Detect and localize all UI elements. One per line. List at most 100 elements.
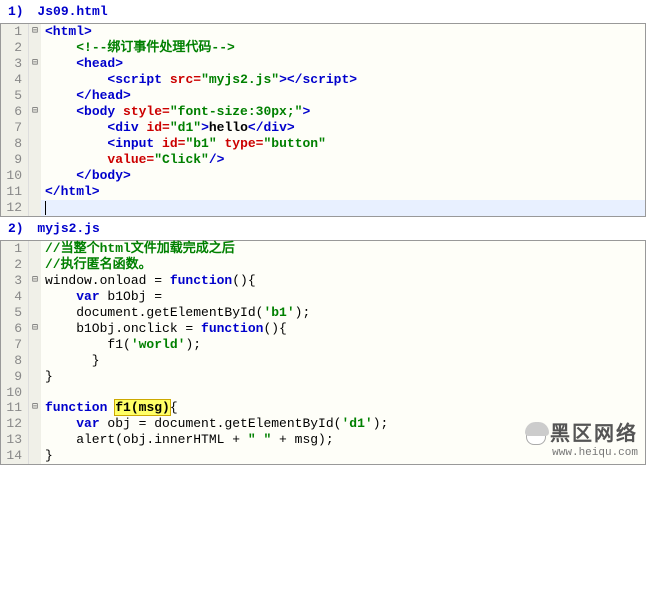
- fold-icon: [29, 416, 41, 432]
- code-content[interactable]: <script src="myjs2.js"></script>: [41, 72, 645, 88]
- code-line[interactable]: 4 <script src="myjs2.js"></script>: [1, 72, 645, 88]
- fold-icon[interactable]: ⊟: [29, 321, 41, 337]
- code-line[interactable]: 5 </head>: [1, 88, 645, 104]
- fold-icon[interactable]: ⊟: [29, 273, 41, 289]
- fold-icon[interactable]: ⊟: [29, 24, 41, 40]
- code-content[interactable]: b1Obj.onclick = function(){: [41, 321, 645, 337]
- code-content[interactable]: </html>: [41, 184, 645, 200]
- code-content[interactable]: <!--绑订事件处理代码-->: [41, 40, 645, 56]
- code-content[interactable]: //当整个html文件加载完成之后: [41, 241, 645, 257]
- token: function: [45, 400, 107, 415]
- fold-icon: [29, 72, 41, 88]
- code-content[interactable]: var obj = document.getElementById('d1');: [41, 416, 645, 432]
- token: <html>: [45, 24, 92, 39]
- text-cursor: [45, 201, 46, 215]
- code-content[interactable]: <head>: [41, 56, 645, 72]
- code-line[interactable]: 3⊟ <head>: [1, 56, 645, 72]
- token: [45, 168, 76, 183]
- code-line[interactable]: 14}: [1, 448, 645, 464]
- code-content[interactable]: var b1Obj =: [41, 289, 645, 305]
- code-content[interactable]: <html>: [41, 24, 645, 40]
- token: window.onload =: [45, 273, 170, 288]
- code-content[interactable]: window.onload = function(){: [41, 273, 645, 289]
- token: >: [349, 72, 357, 87]
- file-header-2: 2) myjs2.js: [0, 217, 646, 240]
- code-content[interactable]: function f1(msg){: [41, 400, 645, 416]
- token: <script: [107, 72, 169, 87]
- line-number: 12: [1, 416, 29, 432]
- code-content[interactable]: [41, 385, 645, 400]
- fold-icon: [29, 168, 41, 184]
- code-line[interactable]: 6⊟ <body style="font-size:30px;">: [1, 104, 645, 120]
- code-content[interactable]: value="Click"/>: [41, 152, 645, 168]
- line-number: 3: [1, 273, 29, 289]
- code-line[interactable]: 9}: [1, 369, 645, 385]
- code-line[interactable]: 12 var obj = document.getElementById('d1…: [1, 416, 645, 432]
- code-line[interactable]: 11 </html>: [1, 184, 645, 200]
- code-line[interactable]: 2//执行匿名函数。: [1, 257, 645, 273]
- token: //执行匿名函数。: [45, 257, 152, 272]
- code-editor-2[interactable]: 1//当整个html文件加载完成之后2//执行匿名函数。3⊟window.onl…: [0, 240, 646, 465]
- code-content[interactable]: }: [41, 448, 645, 464]
- line-number: 8: [1, 353, 29, 369]
- code-content[interactable]: <div id="d1">hello</div>: [41, 120, 645, 136]
- code-line[interactable]: 4 var b1Obj =: [1, 289, 645, 305]
- token: <div: [107, 120, 146, 135]
- code-line[interactable]: 10 </body>: [1, 168, 645, 184]
- fold-icon: [29, 305, 41, 321]
- code-editor-1[interactable]: 1⊟<html>2 <!--绑订事件处理代码-->3⊟ <head>4 <scr…: [0, 23, 646, 217]
- line-number: 2: [1, 40, 29, 56]
- code-content[interactable]: alert(obj.innerHTML + " " + msg);: [41, 432, 645, 448]
- fold-icon: [29, 385, 41, 400]
- token: function: [170, 273, 232, 288]
- code-content[interactable]: }: [41, 353, 645, 369]
- line-number: 4: [1, 72, 29, 88]
- token: [45, 88, 76, 103]
- code-line[interactable]: 13 alert(obj.innerHTML + " " + msg);: [1, 432, 645, 448]
- code-content[interactable]: document.getElementById('b1');: [41, 305, 645, 321]
- code-content[interactable]: [41, 200, 645, 216]
- fold-icon: [29, 136, 41, 152]
- line-number: 1: [1, 24, 29, 40]
- fold-icon: [29, 200, 41, 216]
- token: [45, 40, 76, 55]
- code-line[interactable]: 9 value="Click"/>: [1, 152, 645, 168]
- code-line[interactable]: 8 <input id="b1" type="button": [1, 136, 645, 152]
- code-line[interactable]: 11⊟function f1(msg){: [1, 400, 645, 416]
- code-line[interactable]: 3⊟window.onload = function(){: [1, 273, 645, 289]
- token: document.getElementById(: [45, 305, 263, 320]
- code-line[interactable]: 1//当整个html文件加载完成之后: [1, 241, 645, 257]
- token: b1Obj.onclick =: [45, 321, 201, 336]
- fold-icon[interactable]: ⊟: [29, 56, 41, 72]
- fold-icon: [29, 241, 41, 257]
- code-content[interactable]: <body style="font-size:30px;">: [41, 104, 645, 120]
- code-content[interactable]: }: [41, 369, 645, 385]
- fold-icon[interactable]: ⊟: [29, 104, 41, 120]
- file-name-1: Js09.html: [37, 4, 107, 19]
- code-line[interactable]: 10: [1, 385, 645, 400]
- code-content[interactable]: </head>: [41, 88, 645, 104]
- code-line[interactable]: 7 f1('world');: [1, 337, 645, 353]
- token: value=: [107, 152, 154, 167]
- token: " ": [248, 432, 271, 447]
- token: </body>: [76, 168, 131, 183]
- token: src=: [170, 72, 201, 87]
- token: >: [302, 104, 310, 119]
- code-line[interactable]: 7 <div id="d1">hello</div>: [1, 120, 645, 136]
- token: }: [45, 353, 100, 368]
- code-line[interactable]: 1⊟ <html>: [1, 24, 645, 40]
- code-line[interactable]: 5 document.getElementById('b1');: [1, 305, 645, 321]
- code-line[interactable]: 12: [1, 200, 645, 216]
- code-content[interactable]: </body>: [41, 168, 645, 184]
- line-number: 11: [1, 184, 29, 200]
- code-line[interactable]: 8 }: [1, 353, 645, 369]
- code-content[interactable]: <input id="b1" type="button": [41, 136, 645, 152]
- code-content[interactable]: f1('world');: [41, 337, 645, 353]
- fold-icon: [29, 369, 41, 385]
- line-number: 9: [1, 369, 29, 385]
- code-line[interactable]: 2 <!--绑订事件处理代码-->: [1, 40, 645, 56]
- code-line[interactable]: 6⊟ b1Obj.onclick = function(){: [1, 321, 645, 337]
- code-content[interactable]: //执行匿名函数。: [41, 257, 645, 273]
- fold-icon[interactable]: ⊟: [29, 400, 41, 416]
- line-number: 13: [1, 432, 29, 448]
